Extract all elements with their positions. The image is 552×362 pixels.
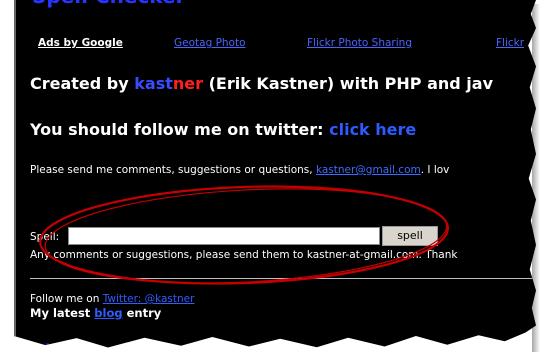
page-shadow — [532, 4, 540, 352]
follow-text: You should follow me on twitter: — [30, 120, 330, 139]
divider — [30, 278, 536, 279]
spell-input[interactable] — [68, 227, 380, 245]
ad-link-geotag-photo[interactable]: Geotag Photo — [174, 37, 246, 49]
latest-suffix: entry — [122, 306, 162, 320]
page-title-fragment: Spell Checker — [32, 0, 186, 8]
author-name-part2[interactable]: ner — [173, 74, 203, 93]
spell-label: Spell: — [30, 231, 60, 243]
blog-link[interactable]: blog — [94, 306, 122, 320]
ad-link-flickr-photo-sharing[interactable]: Flickr Photo Sharing — [307, 37, 412, 49]
created-by-heading: Created by kastner (Erik Kastner) with P… — [30, 74, 493, 93]
spell-button[interactable]: spell — [382, 226, 438, 246]
feedback-note: Any comments or suggestions, please send… — [30, 249, 458, 261]
twitter-text: Follow me on — [30, 293, 103, 305]
created-by-suffix: (Erik Kastner) with PHP and jav — [203, 74, 494, 93]
twitter-line: Follow me on Twitter: @kastner — [30, 293, 194, 305]
comments-text: Please send me comments, suggestions or … — [30, 164, 316, 176]
bottom-heading-fragment: This was — [32, 341, 120, 348]
comments-tail: . I lov — [420, 164, 450, 176]
comments-line: Please send me comments, suggestions or … — [30, 164, 449, 176]
screenshot-canvas: Spell Checker Ads by Google Geotag Photo… — [0, 0, 552, 362]
twitter-link[interactable]: Twitter: @kastner — [103, 293, 195, 305]
author-name-part1[interactable]: kast — [134, 74, 173, 93]
email-link[interactable]: kastner@gmail.com — [316, 164, 421, 176]
created-by-prefix: Created by — [30, 74, 135, 93]
web-page: Spell Checker Ads by Google Geotag Photo… — [14, 0, 536, 348]
latest-prefix: My latest — [30, 306, 95, 320]
ad-link-flickr[interactable]: Flickr — [496, 37, 524, 49]
follow-click-here-link[interactable]: click here — [329, 120, 416, 139]
latest-blog-line: My latest blog entry — [30, 306, 161, 320]
follow-heading: You should follow me on twitter: click h… — [30, 120, 416, 139]
ads-bar: Ads by Google Geotag Photo Flickr Photo … — [34, 37, 536, 53]
ads-label[interactable]: Ads by Google — [38, 37, 123, 49]
